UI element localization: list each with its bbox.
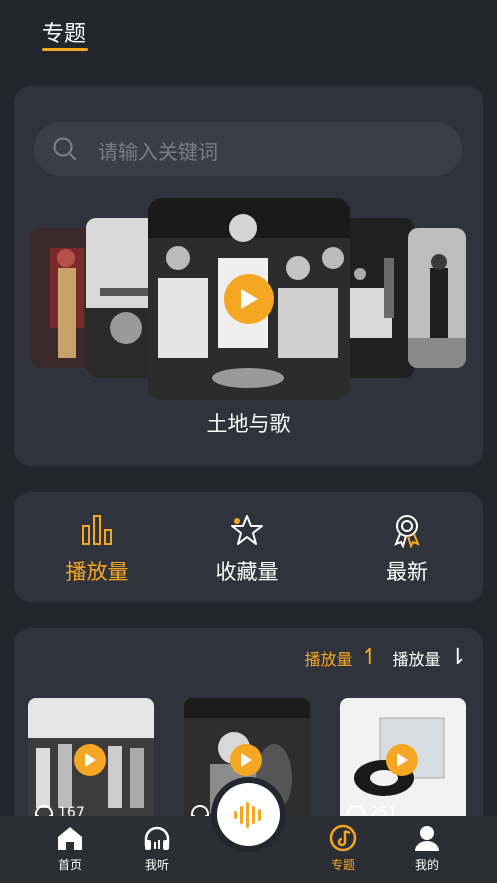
tab-topics[interactable]: 专题 xyxy=(313,824,373,873)
tab-mine[interactable]: 我的 xyxy=(397,824,457,873)
play-button[interactable] xyxy=(224,274,274,324)
title-underline xyxy=(42,48,88,51)
carousel-featured-item[interactable] xyxy=(148,198,350,400)
stat-favorites[interactable]: 收藏量 xyxy=(172,512,322,586)
headphones-icon xyxy=(144,826,170,850)
search-input[interactable]: 请输入关键词 xyxy=(34,122,462,176)
home-icon xyxy=(58,827,82,850)
carousel-item[interactable] xyxy=(344,218,414,378)
bar-chart-icon xyxy=(82,515,112,545)
play-button[interactable] xyxy=(386,744,418,776)
sort-down-arrow-icon: ⇂ xyxy=(448,645,467,670)
star-icon xyxy=(231,515,263,545)
record-voice-button[interactable] xyxy=(217,783,280,846)
search-placeholder: 请输入关键词 xyxy=(98,140,218,164)
tab-label: 我听 xyxy=(144,858,169,872)
featured-title: 土地与歌 xyxy=(206,412,291,436)
topic-grid-item[interactable]: 167 xyxy=(28,698,154,828)
search-icon xyxy=(53,137,77,161)
tab-label: 我的 xyxy=(414,858,439,872)
user-icon xyxy=(415,826,439,851)
tab-listen[interactable]: 我听 xyxy=(127,824,187,873)
play-icon xyxy=(397,753,408,767)
sort-up-arrow-icon: ↿ xyxy=(360,645,379,670)
stat-label: 最新 xyxy=(386,560,428,584)
play-button[interactable] xyxy=(74,744,106,776)
sound-wave-icon xyxy=(233,801,261,828)
music-disc-icon xyxy=(329,824,357,852)
carousel-item[interactable] xyxy=(408,228,466,368)
sort-label: 播放量 xyxy=(304,650,353,669)
play-icon xyxy=(241,289,258,309)
tab-label: 专题 xyxy=(330,858,355,872)
sort-descending-button[interactable]: 播放量 ⇂ xyxy=(393,646,467,670)
topic-grid-item[interactable]: 251 xyxy=(340,698,466,828)
tab-label: 首页 xyxy=(57,858,82,872)
play-button[interactable] xyxy=(230,744,262,776)
sort-category-card: 播放量 收藏量 最新 xyxy=(14,492,483,602)
tab-home[interactable]: 首页 xyxy=(40,824,100,873)
stat-plays[interactable]: 播放量 xyxy=(22,512,172,586)
stat-label: 播放量 xyxy=(65,560,129,584)
stat-newest[interactable]: 最新 xyxy=(332,512,482,586)
sort-ascending-button[interactable]: 播放量 ↿ xyxy=(305,646,379,670)
page-title: 专题 xyxy=(42,22,87,47)
sort-label: 播放量 xyxy=(392,650,441,669)
award-icon xyxy=(394,515,420,548)
stat-label: 收藏量 xyxy=(215,560,279,584)
play-icon xyxy=(241,753,252,767)
featured-card: 请输入关键词 土地与歌 xyxy=(14,86,483,466)
play-icon xyxy=(85,753,96,767)
